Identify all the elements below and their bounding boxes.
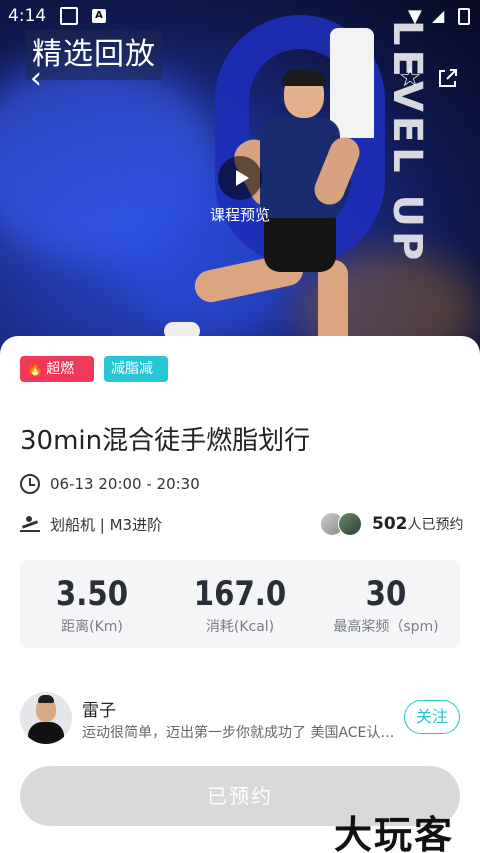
status-time: 4:14 xyxy=(8,6,47,26)
stat-value: 30 xyxy=(365,574,407,614)
rowing-machine-icon xyxy=(20,515,40,533)
preview-play-button[interactable] xyxy=(218,156,262,200)
wifi-icon: ▼ xyxy=(408,6,422,27)
share-icon xyxy=(439,69,457,87)
equipment-level: 划船机 | M3进阶 xyxy=(50,515,163,534)
tag-hot: 🔥 超燃脂 xyxy=(20,356,94,404)
watermark-logo: 大玩客 xyxy=(334,812,455,853)
stat-stroke-rate: 30 最高桨频（spm) xyxy=(316,574,456,636)
play-icon xyxy=(235,170,249,186)
course-time-row: 06-13 20:00 - 20:30 xyxy=(20,473,200,495)
booked-count: 502 xyxy=(372,514,408,534)
app-notification-icon xyxy=(60,7,78,25)
follow-button[interactable]: 关注 xyxy=(404,700,460,734)
battery-icon xyxy=(458,8,470,25)
app-badge-icon: A xyxy=(92,9,106,23)
hero-banner: LEVEL UP 精选回放 4:14 A ▼ ◢ ‹ ☆ 课程预览 xyxy=(0,0,480,360)
stat-calories: 167.0 消耗(Kcal) xyxy=(170,574,310,636)
clock-icon xyxy=(20,474,40,494)
flame-icon: 🔥 xyxy=(27,362,44,377)
course-title: 30min混合徒手燃脂划行 xyxy=(20,426,311,456)
avatar xyxy=(338,512,362,536)
coach-bio: 运动很简单，迈出第一步你就成功了 美国ACE认证教练 xyxy=(82,725,396,741)
stat-label: 最高桨频（spm) xyxy=(333,619,439,635)
stat-value: 167.0 xyxy=(193,574,287,614)
stat-label: 消耗(Kcal) xyxy=(205,619,275,635)
stats-panel: 3.50 距离(Km) 167.0 消耗(Kcal) 30 最高桨频（spm) xyxy=(20,560,460,648)
course-time: 06-13 20:00 - 20:30 xyxy=(50,475,200,493)
signal-icon: ◢ xyxy=(432,6,445,25)
star-icon: ☆ xyxy=(398,63,422,93)
tag-fat-loss: 减脂减重 xyxy=(104,356,168,403)
coach-row[interactable]: 雷子 运动很简单，迈出第一步你就成功了 美国ACE认证教练 关注 xyxy=(20,692,460,746)
back-button[interactable]: ‹ xyxy=(20,60,52,96)
favorite-button[interactable]: ☆ xyxy=(394,62,426,94)
course-detail-card: 🔥 超燃脂 减脂减重 30min混合徒手燃脂划行 06-13 20:00 - 20… xyxy=(0,336,480,853)
coach-name: 雷子 xyxy=(82,701,116,721)
stat-distance: 3.50 距离(Km) xyxy=(22,574,162,636)
stat-label: 距离(Km) xyxy=(61,619,123,635)
share-button[interactable] xyxy=(432,62,464,94)
status-bar: 4:14 A ▼ ◢ xyxy=(0,0,480,32)
equipment-row: 划船机 | M3进阶 xyxy=(20,512,162,536)
stat-value: 3.50 xyxy=(55,574,129,614)
booked-label: 人已预约 xyxy=(407,517,464,533)
preview-label[interactable]: 课程预览 xyxy=(200,204,280,225)
chevron-left-icon: ‹ xyxy=(30,60,42,96)
booked-users[interactable]: 502 人已预约 xyxy=(320,510,464,538)
brand-text: LEVEL UP xyxy=(384,20,430,265)
coach-avatar[interactable] xyxy=(20,692,72,744)
